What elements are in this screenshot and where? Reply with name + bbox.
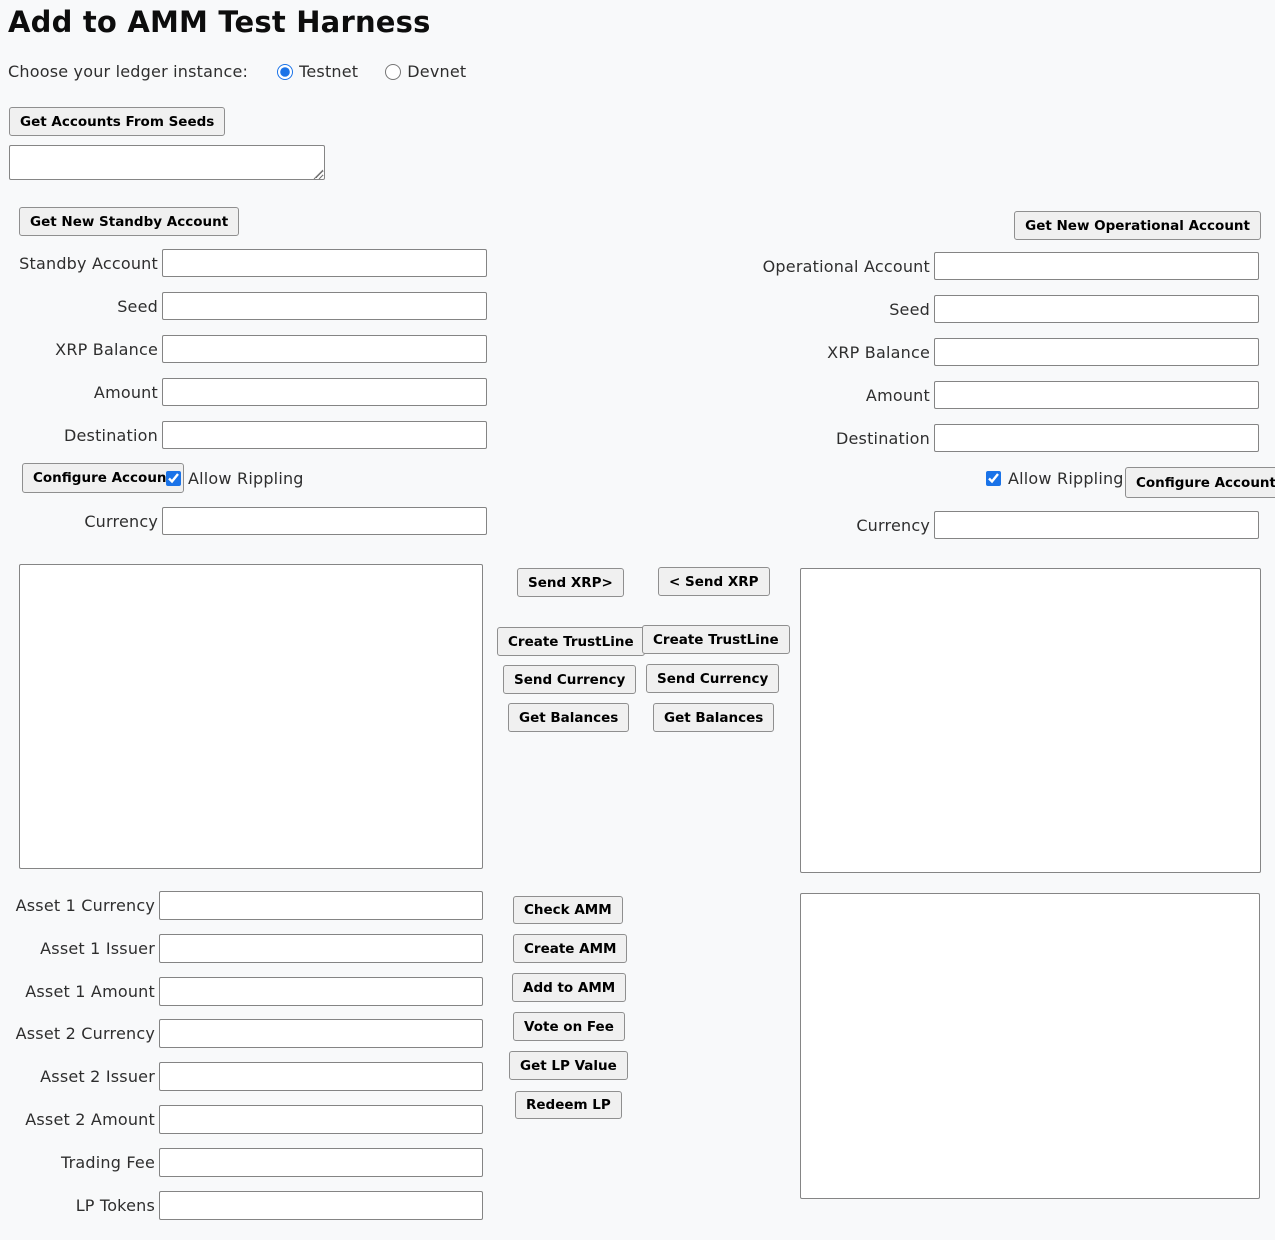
standby-amount-label: Amount: [0, 383, 162, 402]
operational-get-balances-button[interactable]: Get Balances: [653, 703, 774, 732]
seeds-textarea[interactable]: [9, 145, 325, 180]
operational-send-currency-button[interactable]: Send Currency: [646, 664, 779, 693]
create-amm-button[interactable]: Create AMM: [513, 934, 627, 963]
operational-allow-rippling-label: Allow Rippling: [1008, 469, 1124, 488]
get-new-standby-account-button[interactable]: Get New Standby Account: [19, 207, 239, 236]
asset2-amount-input[interactable]: [159, 1105, 483, 1134]
asset2-issuer-label: Asset 2 Issuer: [0, 1067, 159, 1086]
get-new-operational-account-button[interactable]: Get New Operational Account: [1014, 211, 1261, 240]
check-amm-button[interactable]: Check AMM: [513, 896, 623, 924]
ledger-instance-label: Choose your ledger instance:: [8, 62, 248, 81]
operational-xrp-balance-label: XRP Balance: [634, 343, 934, 362]
asset1-currency-label: Asset 1 Currency: [0, 896, 159, 915]
amm-test-harness-page: Add to AMM Test Harness Choose your ledg…: [0, 0, 1275, 1240]
operational-destination-label: Destination: [634, 429, 934, 448]
standby-get-balances-button[interactable]: Get Balances: [508, 703, 629, 732]
standby-send-currency-button[interactable]: Send Currency: [503, 665, 636, 694]
standby-currency-input[interactable]: [162, 507, 487, 535]
amm-results-textarea[interactable]: [800, 893, 1260, 1199]
devnet-radio[interactable]: [385, 64, 401, 80]
redeem-lp-button[interactable]: Redeem LP: [515, 1091, 622, 1119]
standby-allow-rippling-checkbox[interactable]: [166, 471, 181, 486]
operational-results-textarea[interactable]: [800, 568, 1261, 873]
lp-tokens-input[interactable]: [159, 1191, 483, 1220]
lp-tokens-label: LP Tokens: [0, 1196, 159, 1215]
standby-configure-account-button[interactable]: Configure Account: [22, 463, 184, 493]
operational-destination-input[interactable]: [934, 424, 1259, 452]
standby-create-trustline-button[interactable]: Create TrustLine: [497, 627, 645, 656]
devnet-label: Devnet: [407, 62, 466, 81]
page-title: Add to AMM Test Harness: [8, 5, 431, 39]
operational-currency-input[interactable]: [934, 511, 1259, 539]
standby-results-textarea[interactable]: [19, 564, 483, 869]
testnet-label: Testnet: [299, 62, 358, 81]
standby-allow-rippling-label: Allow Rippling: [188, 469, 304, 488]
standby-seed-label: Seed: [0, 297, 162, 316]
asset2-currency-label: Asset 2 Currency: [0, 1024, 159, 1043]
standby-xrp-balance-input[interactable]: [162, 335, 487, 363]
vote-on-fee-button[interactable]: Vote on Fee: [513, 1012, 625, 1041]
asset1-amount-label: Asset 1 Amount: [0, 982, 159, 1001]
operational-create-trustline-button[interactable]: Create TrustLine: [642, 625, 790, 654]
ledger-instance-row: Choose your ledger instance: Testnet Dev…: [8, 62, 466, 81]
operational-account-input[interactable]: [934, 252, 1259, 280]
operational-currency-label: Currency: [634, 516, 934, 535]
standby-seed-input[interactable]: [162, 292, 487, 320]
asset1-amount-input[interactable]: [159, 977, 483, 1006]
operational-amount-input[interactable]: [934, 381, 1259, 409]
add-to-amm-button[interactable]: Add to AMM: [512, 973, 626, 1002]
standby-account-input[interactable]: [162, 249, 487, 277]
standby-account-label: Standby Account: [0, 254, 162, 273]
operational-xrp-balance-input[interactable]: [934, 338, 1259, 366]
standby-destination-label: Destination: [0, 426, 162, 445]
asset2-currency-input[interactable]: [159, 1019, 483, 1048]
testnet-radio[interactable]: [277, 64, 293, 80]
asset2-amount-label: Asset 2 Amount: [0, 1110, 159, 1129]
trading-fee-label: Trading Fee: [0, 1153, 159, 1172]
standby-destination-input[interactable]: [162, 421, 487, 449]
standby-xrp-balance-label: XRP Balance: [0, 340, 162, 359]
operational-seed-label: Seed: [634, 300, 934, 319]
standby-amount-input[interactable]: [162, 378, 487, 406]
get-accounts-from-seeds-button[interactable]: Get Accounts From Seeds: [9, 107, 225, 136]
asset1-issuer-input[interactable]: [159, 934, 483, 963]
standby-send-xrp-button[interactable]: Send XRP>: [517, 568, 624, 597]
asset1-currency-input[interactable]: [159, 891, 483, 920]
operational-configure-account-button[interactable]: Configure Account: [1125, 467, 1275, 498]
operational-account-label: Operational Account: [634, 257, 934, 276]
get-lp-value-button[interactable]: Get LP Value: [509, 1051, 628, 1080]
operational-send-xrp-button[interactable]: < Send XRP: [658, 567, 770, 596]
operational-allow-rippling-checkbox[interactable]: [986, 471, 1001, 486]
trading-fee-input[interactable]: [159, 1148, 483, 1177]
asset1-issuer-label: Asset 1 Issuer: [0, 939, 159, 958]
standby-currency-label: Currency: [0, 512, 162, 531]
operational-seed-input[interactable]: [934, 295, 1259, 323]
operational-amount-label: Amount: [634, 386, 934, 405]
asset2-issuer-input[interactable]: [159, 1062, 483, 1091]
